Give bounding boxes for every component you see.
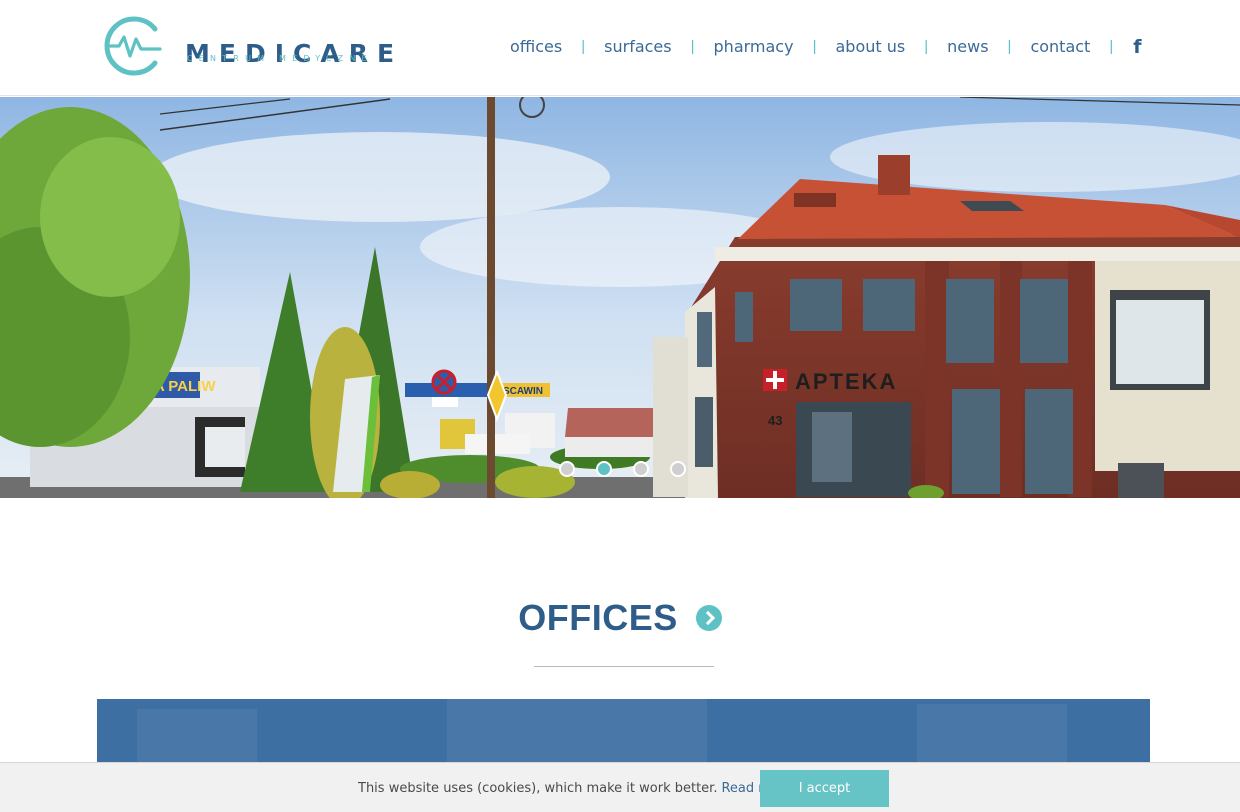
nav-separator: | xyxy=(690,38,695,55)
nav-separator: | xyxy=(812,38,817,55)
house-number: 43 xyxy=(768,413,782,428)
sign-apteka: APTEKA xyxy=(795,369,897,394)
site-header: MEDICARE CENTRUM MEDYCZNE offices | surf… xyxy=(0,0,1240,96)
section-title[interactable]: OFFICES xyxy=(518,596,678,640)
site-logo[interactable]: MEDICARE CENTRUM MEDYCZNE xyxy=(103,15,423,79)
cookie-message: This website uses (cookies), which make … xyxy=(358,780,792,798)
offices-heading: OFFICES xyxy=(0,596,1240,640)
slider-dot[interactable] xyxy=(670,461,686,477)
nav-separator: | xyxy=(1109,38,1114,55)
slider-dot[interactable] xyxy=(559,461,575,477)
cookie-text: This website uses (cookies), which make … xyxy=(358,781,718,796)
slider-pagination xyxy=(0,461,1240,477)
slider-dot-active[interactable] xyxy=(596,461,612,477)
nav-separator: | xyxy=(1007,38,1012,55)
nav-item-offices[interactable]: offices xyxy=(499,36,573,58)
nav-item-pharmacy[interactable]: pharmacy xyxy=(703,36,805,58)
nav-separator: | xyxy=(924,38,929,55)
hero-slider[interactable]: NA PALIW SCAWIN APTEKA 43 xyxy=(0,97,1240,498)
sign-scawin: SCAWIN xyxy=(503,386,543,397)
slider-dot[interactable] xyxy=(633,461,649,477)
nav-separator: | xyxy=(581,38,586,55)
main-navigation: offices | surfaces | pharmacy | about us… xyxy=(499,36,1142,58)
logo-subtitle: CENTRUM MEDYCZNE xyxy=(187,54,373,63)
nav-item-surfaces[interactable]: surfaces xyxy=(593,36,682,58)
cookie-bar: This website uses (cookies), which make … xyxy=(0,762,1240,812)
accept-cookies-button[interactable]: I accept xyxy=(760,770,889,807)
facebook-icon[interactable]: f xyxy=(1121,36,1141,58)
nav-item-news[interactable]: news xyxy=(936,36,999,58)
nav-item-contact[interactable]: contact xyxy=(1019,36,1101,58)
section-divider xyxy=(534,666,714,667)
heartbeat-logo-icon xyxy=(104,16,162,76)
nav-item-about-us[interactable]: about us xyxy=(824,36,916,58)
chevron-right-circle-icon[interactable] xyxy=(695,605,722,631)
hero-photo: NA PALIW SCAWIN APTEKA 43 xyxy=(0,97,1240,498)
